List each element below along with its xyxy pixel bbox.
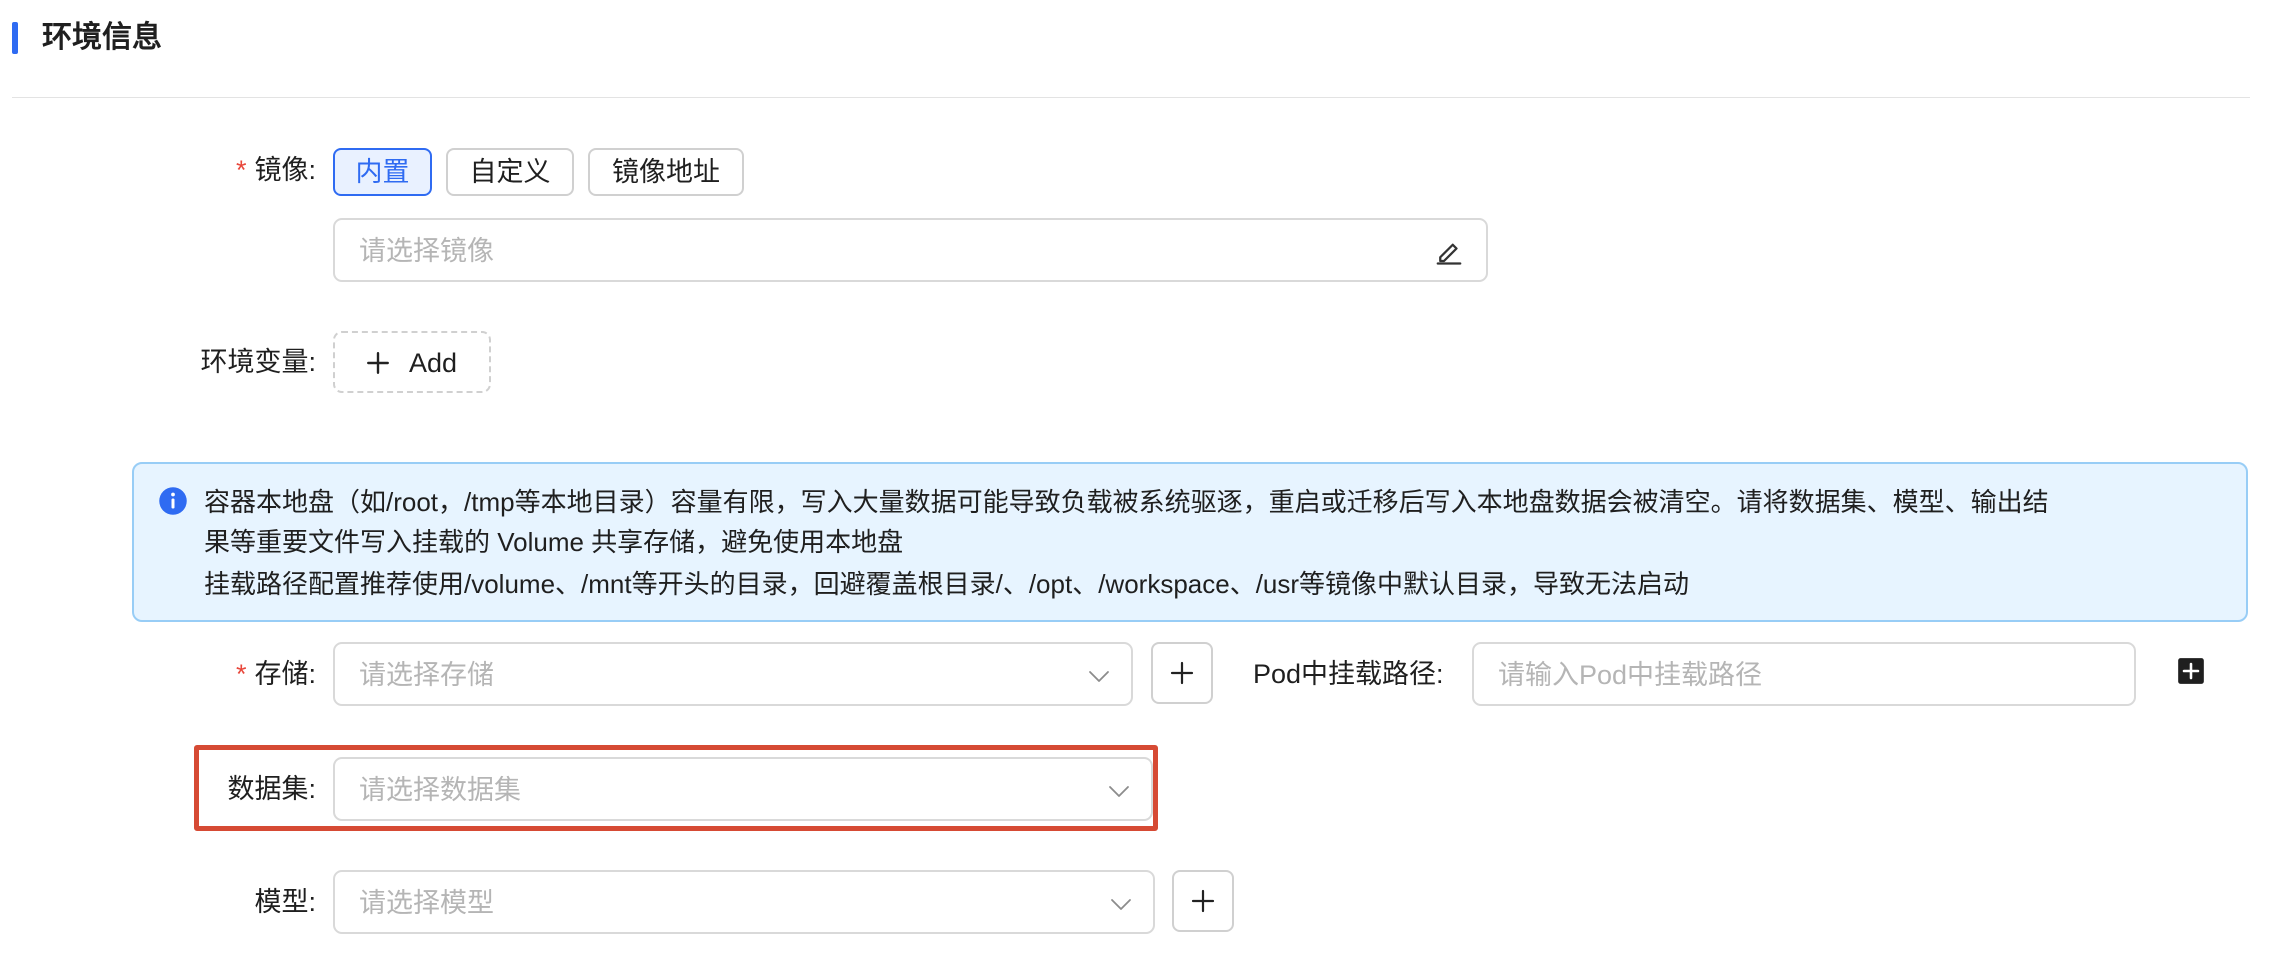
add-square-icon[interactable] <box>2177 657 2205 685</box>
chevron-down-icon <box>1111 899 1131 910</box>
mount-path-placeholder: 请输入Pod中挂载路径 <box>1498 660 1763 690</box>
image-option-builtin[interactable]: 内置 <box>333 148 432 196</box>
image-placeholder: 请选择镜像 <box>359 236 494 266</box>
add-env-var-button[interactable]: Add <box>333 331 491 393</box>
model-label-text: 模型 <box>254 887 309 917</box>
section-accent-bar <box>12 22 18 54</box>
label-colon: : <box>308 774 316 804</box>
label-colon: : <box>308 155 316 185</box>
dataset-select[interactable]: 请选择数据集 <box>333 757 1153 821</box>
alert-text-line: 容器本地盘（如/root，/tmp等本地目录）容量有限，写入大量数据可能导致负载… <box>204 487 2049 517</box>
image-label: * 镜像: <box>236 152 316 188</box>
mount-path-input[interactable]: 请输入Pod中挂载路径 <box>1472 642 2136 706</box>
alert-text-line: 果等重要文件写入挂载的 Volume 共享存储，避免使用本地盘 <box>204 527 904 557</box>
info-icon <box>159 487 187 515</box>
label-colon: : <box>1436 659 1444 689</box>
image-label-text: 镜像 <box>254 155 309 185</box>
add-storage-button[interactable] <box>1151 642 1213 704</box>
required-mark: * <box>235 659 247 689</box>
label-colon: : <box>308 887 316 917</box>
image-option-custom[interactable]: 自定义 <box>446 148 574 196</box>
env-vars-label: 环境变量: <box>200 344 316 380</box>
chevron-down-icon <box>1109 786 1129 797</box>
plus-icon <box>367 352 389 374</box>
dataset-label: 数据集: <box>227 771 316 807</box>
model-select[interactable]: 请选择模型 <box>333 870 1155 934</box>
image-select-input[interactable]: 请选择镜像 <box>333 218 1488 282</box>
label-colon: : <box>308 347 316 377</box>
add-model-button[interactable] <box>1172 870 1234 932</box>
plus-icon <box>1170 661 1194 685</box>
section-divider <box>12 97 2250 98</box>
section-title: 环境信息 <box>42 21 162 54</box>
mount-path-label-text: Pod中挂载路径 <box>1253 659 1437 689</box>
chevron-down-icon <box>1089 671 1109 682</box>
add-env-var-label: Add <box>409 348 458 378</box>
label-colon: : <box>308 659 316 689</box>
storage-select[interactable]: 请选择存储 <box>333 642 1133 706</box>
environment-info-form: 环境信息 * 镜像: 内置 自定义 镜像地址 请选择镜像 环境变量: Add 容器… <box>0 0 2288 958</box>
alert-text-line: 挂载路径配置推荐使用/volume、/mnt等开头的目录，回避覆盖根目录/、/o… <box>204 569 1690 599</box>
env-vars-label-text: 环境变量 <box>200 347 309 377</box>
plus-icon <box>1191 889 1215 913</box>
required-mark: * <box>235 155 247 185</box>
storage-label-text: 存储 <box>254 659 309 689</box>
dataset-placeholder: 请选择数据集 <box>359 775 521 805</box>
dataset-label-text: 数据集 <box>227 774 309 804</box>
storage-label: * 存储: <box>236 656 316 692</box>
model-placeholder: 请选择模型 <box>359 888 494 918</box>
image-option-address[interactable]: 镜像地址 <box>588 148 744 196</box>
model-label: 模型: <box>254 884 316 920</box>
mount-path-label: Pod中挂载路径: <box>1253 656 1444 692</box>
edit-icon[interactable] <box>1434 236 1464 266</box>
section-header: 环境信息 <box>0 0 2250 98</box>
info-alert: 容器本地盘（如/root，/tmp等本地目录）容量有限，写入大量数据可能导致负载… <box>132 462 2248 622</box>
storage-placeholder: 请选择存储 <box>359 660 494 690</box>
